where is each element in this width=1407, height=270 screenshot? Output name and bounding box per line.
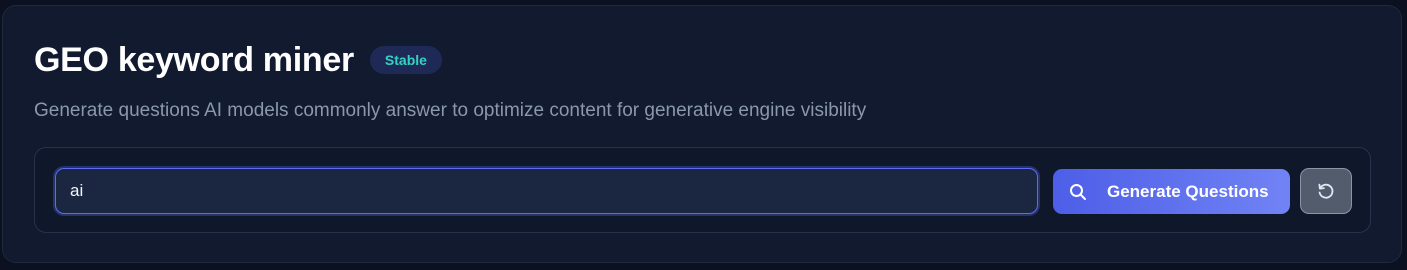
- title-row: GEO keyword miner Stable: [34, 40, 442, 80]
- search-panel: Generate Questions: [34, 147, 1371, 233]
- page-title: GEO keyword miner: [34, 40, 354, 79]
- generate-questions-label: Generate Questions: [1107, 181, 1269, 201]
- keyword-input[interactable]: [56, 169, 1037, 213]
- generate-questions-button[interactable]: Generate Questions: [1053, 169, 1290, 214]
- search-icon: [1069, 183, 1087, 201]
- keyword-input-wrapper: [55, 168, 1038, 214]
- status-badge: Stable: [369, 46, 442, 74]
- reset-button[interactable]: [1300, 168, 1352, 214]
- page-subtitle: Generate questions AI models commonly an…: [34, 100, 867, 121]
- tool-card: GEO keyword miner Stable Generate questi…: [2, 5, 1402, 263]
- reset-icon: [1316, 181, 1336, 201]
